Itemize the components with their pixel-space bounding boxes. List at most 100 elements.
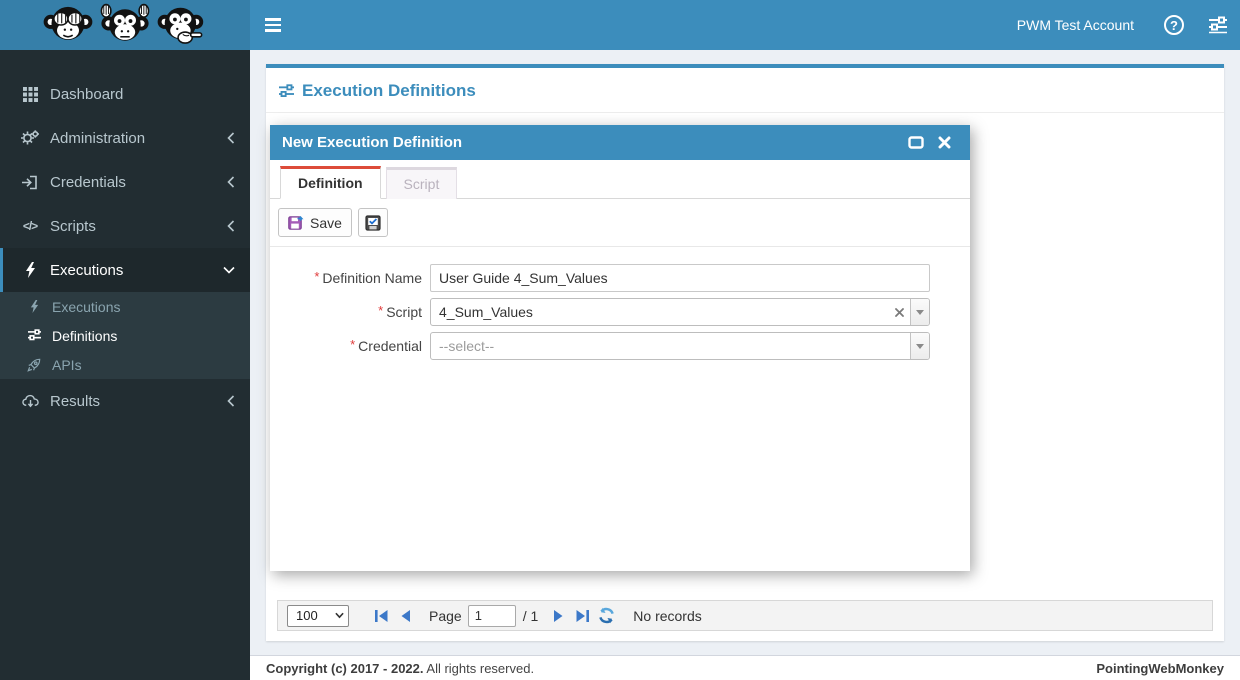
script-value: 4_Sum_Values <box>431 304 888 320</box>
script-combobox[interactable]: 4_Sum_Values <box>430 298 930 326</box>
save-button[interactable]: Save <box>278 208 352 237</box>
sidebar-item-administration[interactable]: Administration <box>0 116 250 160</box>
sidebar: Dashboard Administration <box>0 50 250 680</box>
footer: Copyright (c) 2017 - 2022. All rights re… <box>250 655 1240 680</box>
application-window: PWM Test Account ? <box>0 0 1240 680</box>
sidebar-subitem-label: Executions <box>52 299 235 315</box>
sidebar-item-label: Dashboard <box>50 86 235 103</box>
executions-submenu: Executions Definitions <box>0 292 250 379</box>
definition-form: *Definition Name *Script 4_Sum_Values <box>270 247 970 360</box>
required-asterisk: * <box>378 303 383 318</box>
credential-dropdown-button[interactable] <box>910 333 929 359</box>
monkey-see-no-evil-icon <box>42 3 94 47</box>
chevron-down-icon <box>916 310 924 315</box>
help-icon: ? <box>1164 15 1184 35</box>
help-button[interactable]: ? <box>1152 0 1196 50</box>
modal-header: New Execution Definition <box>270 125 970 160</box>
content-area: Execution Definitions New Execution Defi… <box>250 50 1240 655</box>
sidebar-item-label: Credentials <box>50 174 227 191</box>
panel-heading: Execution Definitions <box>266 68 1224 113</box>
sliders-icon <box>278 84 295 99</box>
sidebar-item-label: Executions <box>50 262 223 279</box>
hamburger-icon <box>265 18 281 32</box>
records-status: No records <box>633 608 701 624</box>
sign-in-icon <box>18 175 42 190</box>
page-label: Page <box>429 608 462 624</box>
cloud-download-icon <box>18 394 42 408</box>
sidebar-subitem-apis[interactable]: APIs <box>0 350 250 379</box>
sidebar-toggle-button[interactable] <box>250 0 296 50</box>
close-button[interactable] <box>930 129 958 157</box>
credential-combobox[interactable]: --select-- <box>430 332 930 360</box>
sidebar-item-label: Scripts <box>50 218 227 235</box>
monkey-pointing-icon <box>156 3 208 47</box>
chevron-left-icon <box>227 176 235 188</box>
refresh-button[interactable] <box>596 605 616 627</box>
chevron-left-icon <box>227 395 235 407</box>
page-title: Execution Definitions <box>302 81 476 101</box>
credential-value: --select-- <box>431 338 910 354</box>
modal-toolbar: Save <box>270 199 970 247</box>
bolt-icon <box>24 300 44 313</box>
next-page-button[interactable] <box>548 605 568 627</box>
form-row-definition-name: *Definition Name <box>270 264 970 292</box>
brand-logo[interactable] <box>0 0 250 50</box>
sidebar-item-results[interactable]: Results <box>0 379 250 423</box>
save-check-icon <box>365 215 381 231</box>
copyright-text: Copyright (c) 2017 - 2022. All rights re… <box>266 661 1096 676</box>
required-asterisk: * <box>314 269 319 284</box>
form-row-credential: *Credential --select-- <box>270 332 970 360</box>
monkey-hands-up-icon <box>99 3 151 47</box>
save-and-close-button[interactable] <box>358 208 388 237</box>
sidebar-item-credentials[interactable]: Credentials <box>0 160 250 204</box>
sidebar-item-label: Results <box>50 393 227 410</box>
code-icon: </> <box>18 219 42 233</box>
sliders-icon <box>1208 16 1228 34</box>
field-label: *Credential <box>270 338 430 354</box>
tab-script[interactable]: Script <box>386 167 458 199</box>
definition-name-input[interactable] <box>430 264 930 292</box>
chevron-down-icon <box>223 266 235 274</box>
sidebar-item-scripts[interactable]: </> Scripts <box>0 204 250 248</box>
total-pages-label: / 1 <box>523 608 539 624</box>
page-number-input[interactable] <box>468 605 516 627</box>
sidebar-item-label: Administration <box>50 130 227 147</box>
account-label: PWM Test Account <box>1017 17 1134 33</box>
sidebar-subitem-executions[interactable]: Executions <box>0 292 250 321</box>
chevron-left-icon <box>227 220 235 232</box>
bolt-icon <box>18 262 42 278</box>
execution-definitions-panel: Execution Definitions New Execution Defi… <box>266 64 1224 641</box>
navbar-right: PWM Test Account ? <box>999 0 1240 50</box>
account-menu[interactable]: PWM Test Account <box>999 0 1152 50</box>
save-icon <box>288 215 304 231</box>
modal-title: New Execution Definition <box>282 134 902 151</box>
new-execution-definition-modal: New Execution Definition Definition Scri… <box>270 125 970 571</box>
chevron-left-icon <box>227 132 235 144</box>
form-row-script: *Script 4_Sum_Values <box>270 298 970 326</box>
settings-button[interactable] <box>1196 0 1240 50</box>
rocket-icon <box>24 358 44 372</box>
chevron-down-icon <box>916 344 924 349</box>
clear-icon[interactable] <box>888 308 910 317</box>
modal-tabs: Definition Script <box>270 160 970 199</box>
field-label: *Script <box>270 304 430 320</box>
grid-icon <box>18 87 42 102</box>
maximize-button[interactable] <box>902 129 930 157</box>
sidebar-subitem-label: APIs <box>52 357 235 373</box>
pagination-bar: 100 Page / 1 <box>277 600 1213 631</box>
sidebar-item-executions[interactable]: Executions <box>0 248 250 292</box>
footer-brand: PointingWebMonkey <box>1096 661 1224 676</box>
tab-definition[interactable]: Definition <box>280 166 381 199</box>
sliders-icon <box>24 329 44 342</box>
last-page-button[interactable] <box>572 605 592 627</box>
page-size-select[interactable]: 100 <box>287 605 349 627</box>
sidebar-item-dashboard[interactable]: Dashboard <box>0 72 250 116</box>
sidebar-subitem-label: Definitions <box>52 328 235 344</box>
required-asterisk: * <box>350 337 355 352</box>
first-page-button[interactable] <box>371 605 391 627</box>
previous-page-button[interactable] <box>395 605 415 627</box>
script-dropdown-button[interactable] <box>910 299 929 325</box>
field-label: *Definition Name <box>270 270 430 286</box>
gears-icon <box>18 130 42 146</box>
sidebar-subitem-definitions[interactable]: Definitions <box>0 321 250 350</box>
